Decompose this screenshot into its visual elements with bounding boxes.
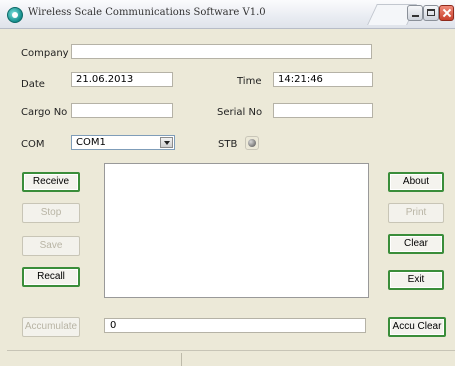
- status-bar-divider: [181, 353, 182, 366]
- about-button[interactable]: About: [388, 172, 444, 192]
- exit-button[interactable]: Exit: [388, 270, 444, 290]
- time-field[interactable]: 14:21:46: [273, 72, 373, 87]
- recall-button[interactable]: Recall: [22, 267, 80, 287]
- print-button[interactable]: Print: [388, 203, 444, 223]
- company-field[interactable]: [71, 44, 372, 59]
- save-button[interactable]: Save: [22, 236, 80, 256]
- window-title: Wireless Scale Communications Software V…: [28, 7, 266, 18]
- received-data-textarea[interactable]: [104, 163, 369, 298]
- cargo-no-label: Cargo No: [21, 107, 68, 118]
- com-label: COM: [21, 139, 45, 150]
- app-icon: [7, 7, 23, 23]
- date-field[interactable]: 21.06.2013: [71, 72, 173, 87]
- receive-button[interactable]: Receive: [22, 172, 80, 192]
- status-bar: [7, 350, 455, 366]
- date-label: Date: [21, 79, 45, 90]
- maximize-button[interactable]: [423, 5, 439, 21]
- accu-clear-button[interactable]: Accu Clear: [388, 317, 446, 337]
- time-label: Time: [237, 76, 262, 87]
- stb-label: STB: [218, 139, 238, 150]
- clear-button[interactable]: Clear: [388, 234, 444, 254]
- stb-status-led-icon: [245, 136, 259, 150]
- minimize-button[interactable]: [407, 5, 423, 21]
- com-port-select[interactable]: COM1: [71, 135, 175, 150]
- chevron-down-icon[interactable]: [160, 137, 173, 148]
- stop-button[interactable]: Stop: [22, 203, 80, 223]
- serial-no-label: Serial No: [217, 107, 263, 118]
- cargo-no-field[interactable]: [71, 103, 173, 118]
- accumulate-value-field[interactable]: 0: [104, 318, 366, 333]
- title-bar: Wireless Scale Communications Software V…: [0, 0, 455, 29]
- app-window: Wireless Scale Communications Software V…: [0, 0, 455, 366]
- company-label: Company: [21, 48, 69, 59]
- close-button[interactable]: [439, 5, 454, 21]
- serial-no-field[interactable]: [273, 103, 373, 118]
- accumulate-button[interactable]: Accumulate: [22, 317, 80, 337]
- com-port-value: COM1: [76, 137, 106, 148]
